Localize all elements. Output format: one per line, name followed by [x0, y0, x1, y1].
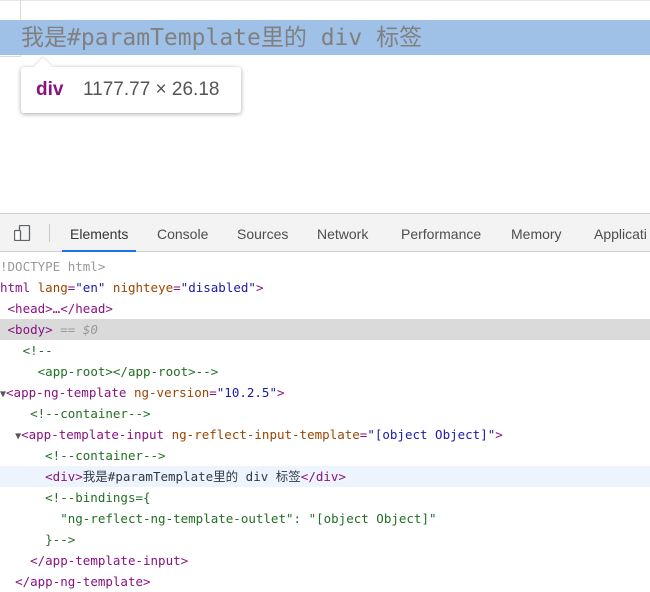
- dom-node-app-ng-template[interactable]: ▼<app-ng-template ng-version="10.2.5">: [0, 382, 650, 403]
- tab-elements[interactable]: Elements: [61, 214, 137, 252]
- dom-node-comment-body[interactable]: <app-root></app-root>-->: [0, 361, 650, 382]
- dom-node-body[interactable]: <body> == $0: [0, 319, 650, 340]
- device-toggle-icon[interactable]: [13, 224, 32, 242]
- attr-value: "10.2.5": [216, 385, 277, 400]
- devtools-tabbar: Elements Console Sources Network Perform…: [0, 214, 650, 252]
- inspect-tooltip: div 1177.77 × 26.18: [21, 67, 241, 113]
- dom-node-head[interactable]: <head>…</head>: [0, 298, 650, 319]
- dom-node-bindings-close[interactable]: }-->: [0, 529, 650, 550]
- attr-value: "[object Object]": [367, 427, 496, 442]
- comment-open: <!--: [22, 343, 53, 358]
- dom-node-bindings-comment[interactable]: <!--bindings={: [0, 487, 650, 508]
- comment-app-root: <app-root></app-root>-->: [37, 364, 219, 379]
- page-viewport: 我是#paramTemplate里的 div 标签 div 1177.77 × …: [0, 0, 650, 213]
- attr-name: nighteye: [112, 280, 174, 295]
- app-ng-template-close-tag: </app-ng-template>: [15, 574, 151, 589]
- tab-sources[interactable]: Sources: [237, 214, 288, 251]
- div-text-content: 我是#paramTemplate里的 div 标签: [82, 469, 301, 484]
- container-comment: <!--container-->: [30, 406, 151, 421]
- tag-close: >: [277, 385, 285, 400]
- app-template-input-tag: <app-template-input: [21, 427, 165, 442]
- dom-node-html[interactable]: html lang="en" nighteye="disabled">: [0, 277, 650, 298]
- attr-name: ng-reflect-input-template: [171, 427, 360, 442]
- tab-network[interactable]: Network: [317, 214, 368, 251]
- tab-separator: [49, 224, 50, 242]
- attr-value: "disabled": [180, 280, 256, 295]
- selected-node-marker: == $0: [60, 322, 98, 337]
- tab-memory[interactable]: Memory: [511, 214, 562, 251]
- devtools-panel: Elements Console Sources Network Perform…: [0, 213, 650, 589]
- page-div-text[interactable]: 我是#paramTemplate里的 div 标签: [21, 22, 422, 54]
- dom-node-close-app-template-input[interactable]: </app-template-input>: [0, 550, 650, 571]
- attr-name: ng-version: [133, 385, 210, 400]
- div-open-tag: <div>: [45, 469, 83, 484]
- head-tag: <head>…</head>: [7, 301, 113, 316]
- tab-performance[interactable]: Performance: [401, 214, 481, 251]
- body-tag: <body>: [7, 322, 53, 337]
- bindings-comment-body: "ng-reflect-ng-template-outlet": "[objec…: [60, 511, 437, 526]
- dom-node-container-comment[interactable]: <!--container-->: [0, 445, 650, 466]
- html-tag: html: [0, 280, 31, 295]
- tooltip-dimensions: 1177.77 × 26.18: [83, 79, 220, 100]
- app-template-input-close-tag: </app-template-input>: [30, 553, 189, 568]
- dom-node-div[interactable]: <div>我是#paramTemplate里的 div 标签</div>: [0, 466, 650, 487]
- div-close-tag: </div>: [300, 469, 346, 484]
- dom-node-close-app-ng-template[interactable]: </app-ng-template>: [0, 571, 650, 592]
- attr-name: lang: [37, 280, 68, 295]
- app-ng-template-tag: <app-ng-template: [6, 385, 127, 400]
- tab-console[interactable]: Console: [157, 214, 208, 251]
- dom-node-bindings-body[interactable]: "ng-reflect-ng-template-outlet": "[objec…: [0, 508, 650, 529]
- dom-node-app-template-input[interactable]: ▼<app-template-input ng-reflect-input-te…: [0, 424, 650, 445]
- container-comment: <!--container-->: [45, 448, 166, 463]
- elements-dom-tree: !DOCTYPE html> html lang="en" nighteye="…: [0, 252, 650, 589]
- tag-close: >: [495, 427, 503, 442]
- doctype-text: !DOCTYPE html>: [0, 259, 106, 274]
- tab-application[interactable]: Applicati: [594, 214, 647, 251]
- dom-node-container-comment[interactable]: <!--container-->: [0, 403, 650, 424]
- bindings-comment-open: <!--bindings={: [45, 490, 151, 505]
- attr-value: "en": [75, 280, 106, 295]
- tooltip-tag-name: div: [36, 79, 64, 100]
- dom-node-comment[interactable]: <!--: [0, 340, 650, 361]
- dom-node-doctype[interactable]: !DOCTYPE html>: [0, 256, 650, 277]
- divider: [0, 0, 650, 1]
- bindings-comment-close: }-->: [45, 532, 76, 547]
